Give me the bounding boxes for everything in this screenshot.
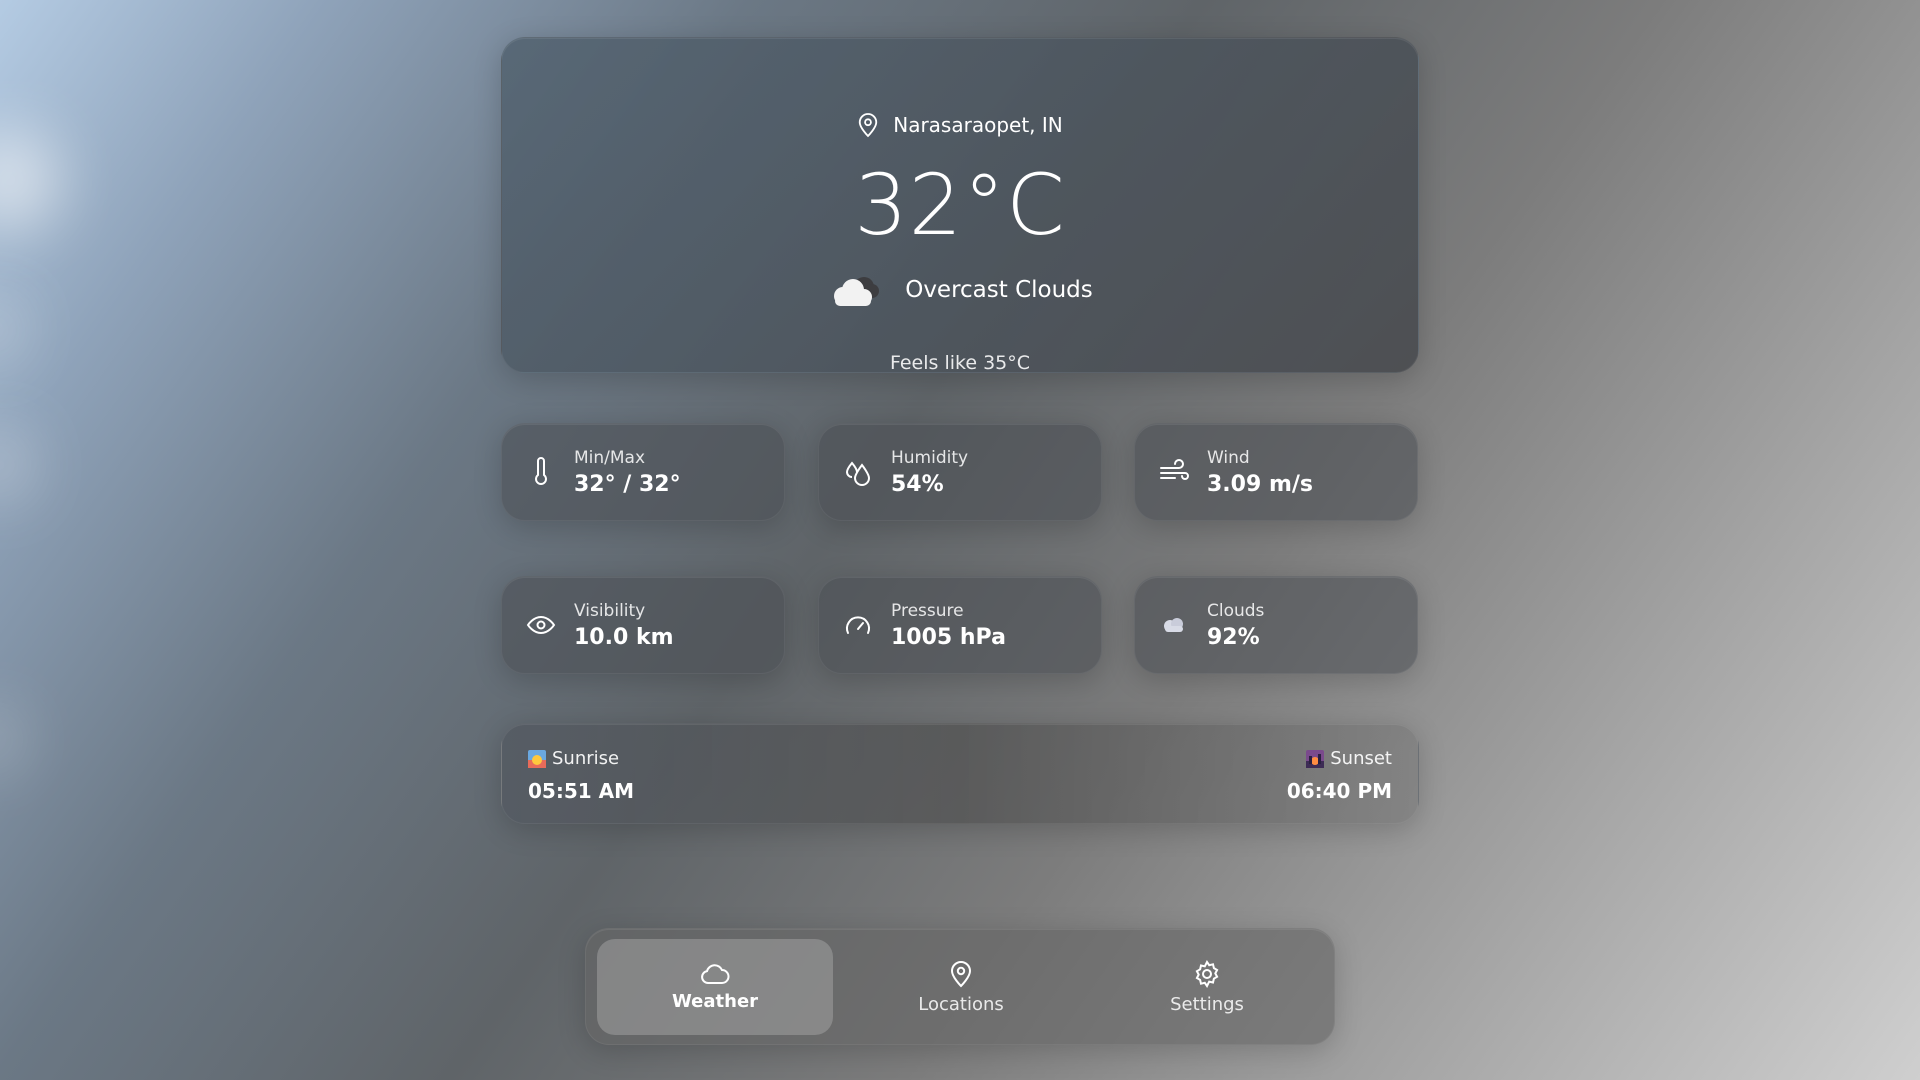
gauge-icon bbox=[846, 616, 870, 634]
stat-label: Pressure bbox=[891, 600, 964, 621]
location-name: Narasaraopet, IN bbox=[893, 113, 1063, 137]
nav-tab-locations[interactable]: Locations bbox=[843, 939, 1079, 1035]
nav-tab-settings[interactable]: Settings bbox=[1089, 939, 1325, 1035]
sunrise-block: Sunrise 05:51 AM bbox=[528, 748, 634, 803]
sun-times-card: Sunrise 05:51 AM Sunset 06:40 PM bbox=[501, 723, 1419, 824]
sunset-block: Sunset 06:40 PM bbox=[1287, 748, 1392, 803]
eye-icon bbox=[526, 615, 556, 635]
gear-icon bbox=[1195, 959, 1219, 988]
current-weather-card: Narasaraopet, IN 32°C Overcast Clouds Fe… bbox=[501, 37, 1419, 374]
sunset-icon bbox=[1306, 749, 1325, 768]
stat-card-visibility: Visibility 10.0 km bbox=[501, 576, 785, 674]
background-blur bbox=[0, 710, 20, 770]
cloud-icon bbox=[701, 963, 730, 984]
map-pin-icon bbox=[950, 960, 972, 987]
stat-label: Clouds bbox=[1207, 600, 1265, 621]
stat-value: 54% bbox=[891, 471, 944, 497]
sunset-time: 06:40 PM bbox=[1286, 779, 1392, 803]
stat-card-humidity: Humidity 54% bbox=[818, 423, 1102, 521]
stat-value: 3.09 m/s bbox=[1207, 471, 1313, 497]
stat-value: 1005 hPa bbox=[891, 624, 1006, 650]
stat-card-wind: Wind 3.09 m/s bbox=[1134, 423, 1418, 521]
nav-tab-label: Weather bbox=[671, 990, 759, 1012]
bottom-navigation: Weather Locations Settings bbox=[585, 928, 1335, 1045]
nav-tab-weather[interactable]: Weather bbox=[597, 939, 833, 1035]
stat-value: 32° / 32° bbox=[574, 471, 681, 497]
droplets-icon bbox=[845, 461, 871, 487]
stat-card-pressure: Pressure 1005 hPa bbox=[818, 576, 1102, 674]
nav-tab-label: Settings bbox=[1170, 993, 1244, 1015]
stat-label: Visibility bbox=[574, 600, 646, 621]
nav-tab-label: Locations bbox=[918, 993, 1004, 1015]
thermometer-icon bbox=[535, 457, 547, 485]
stat-card-clouds: Clouds 92% bbox=[1134, 576, 1418, 674]
sunrise-time: 05:51 AM bbox=[528, 779, 635, 803]
temperature: 32°C bbox=[854, 156, 1066, 254]
cloud-icon bbox=[1164, 618, 1183, 632]
stat-value: 10.0 km bbox=[574, 624, 674, 650]
background-blur bbox=[0, 130, 60, 230]
wind-icon bbox=[1160, 459, 1189, 480]
sunrise-label: Sunrise bbox=[552, 748, 620, 769]
sunrise-icon bbox=[528, 749, 546, 768]
stat-label: Min/Max bbox=[574, 447, 646, 468]
stat-label: Wind bbox=[1207, 447, 1250, 468]
location-row: Narasaraopet, IN bbox=[502, 112, 1418, 138]
stat-value: 92% bbox=[1207, 624, 1260, 650]
background-blur bbox=[0, 430, 30, 500]
stat-label: Humidity bbox=[891, 447, 969, 468]
condition-row: Overcast Clouds bbox=[502, 272, 1418, 308]
feels-like: Feels like 35°C bbox=[889, 352, 1031, 374]
stat-card-minmax: Min/Max 32° / 32° bbox=[501, 423, 785, 521]
condition-text: Overcast Clouds bbox=[905, 277, 1093, 303]
sunset-label: Sunset bbox=[1330, 748, 1392, 769]
map-pin-icon bbox=[859, 113, 878, 138]
background-blur bbox=[0, 300, 20, 360]
cloud-icon bbox=[834, 277, 880, 306]
